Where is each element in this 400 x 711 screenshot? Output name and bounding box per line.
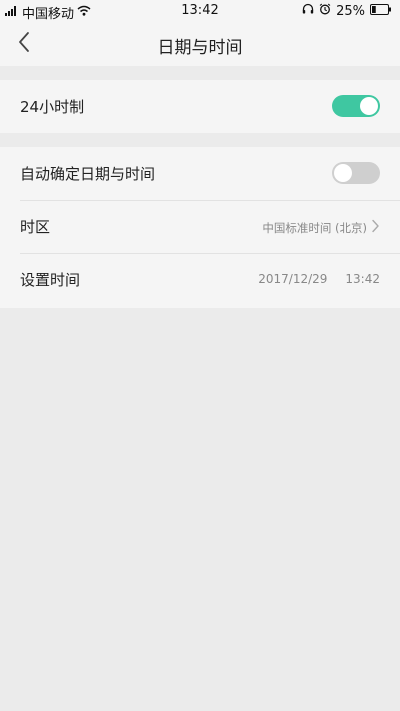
title-bar: 日期与时间 xyxy=(0,22,400,66)
setting-row-auto-datetime[interactable]: 自动确定日期与时间 xyxy=(0,147,400,200)
toggle-24h-switch[interactable] xyxy=(332,95,380,117)
section-gap xyxy=(0,66,400,80)
toggle-auto-datetime-switch[interactable] xyxy=(332,162,380,184)
setting-row-24h[interactable]: 24小时制 xyxy=(0,80,400,133)
timezone-value: 中国标准时间 (北京) xyxy=(262,220,367,235)
setting-label-timezone: 时区 xyxy=(20,218,51,236)
status-right: 25% xyxy=(302,3,392,19)
setting-label-auto-datetime: 自动确定日期与时间 xyxy=(20,165,156,183)
headset-icon xyxy=(302,3,314,19)
toggle-knob xyxy=(334,164,352,182)
setting-row-set-time[interactable]: 设置时间 2017/12/29 13:42 xyxy=(0,253,400,306)
set-time-date: 2017/12/29 xyxy=(258,272,328,286)
settings-group-datetime: 自动确定日期与时间 时区 中国标准时间 (北京) 设置时间 2017/12/29… xyxy=(0,147,400,308)
alarm-icon xyxy=(319,3,331,19)
setting-label-set-time: 设置时间 xyxy=(20,271,81,289)
battery-percent: 25% xyxy=(336,3,365,19)
battery-icon xyxy=(370,3,392,19)
timezone-value-group: 中国标准时间 (北京) xyxy=(262,219,380,236)
toggle-knob xyxy=(360,97,378,115)
section-gap xyxy=(0,133,400,147)
setting-label-24h: 24小时制 xyxy=(20,98,85,116)
status-bar: 中国移动 13:42 25% xyxy=(0,0,400,22)
page-title: 日期与时间 xyxy=(157,38,243,58)
set-time-value-group: 2017/12/29 13:42 xyxy=(258,272,380,286)
settings-group-format: 24小时制 xyxy=(0,80,400,133)
chevron-right-icon xyxy=(371,219,380,236)
setting-row-timezone[interactable]: 时区 中国标准时间 (北京) xyxy=(0,200,400,253)
set-time-time: 13:42 xyxy=(345,272,380,286)
